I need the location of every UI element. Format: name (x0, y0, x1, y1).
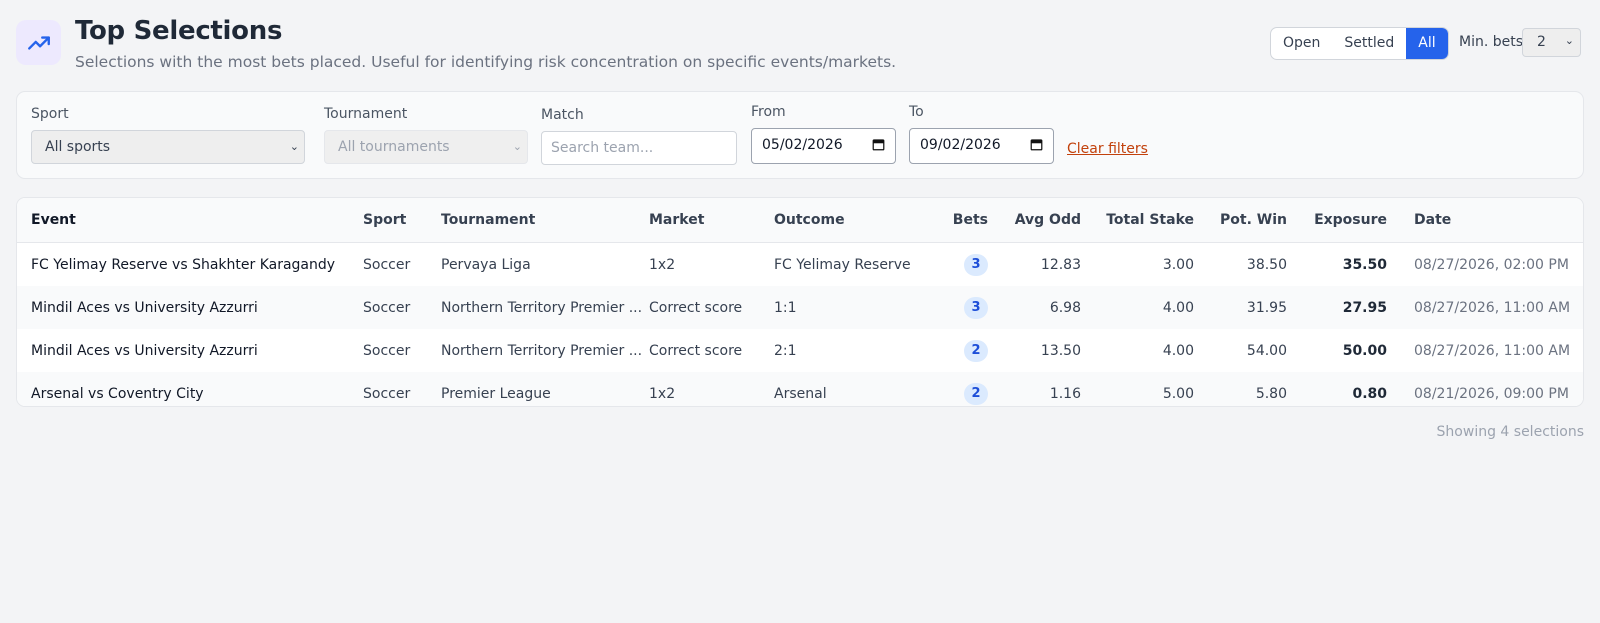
chevron-down-icon: ⌄ (1564, 34, 1574, 47)
cell-event: FC Yelimay Reserve vs Shakhter Karagandy (31, 256, 336, 273)
cell-tournament: Pervaya Liga (441, 256, 531, 273)
table-row[interactable]: Arsenal vs Coventry City Soccer Premier … (17, 372, 1583, 406)
calendar-icon[interactable] (872, 138, 885, 151)
trending-up-icon (27, 35, 50, 50)
cell-exposure: 35.50 (1342, 256, 1387, 273)
cell-market: 1x2 (649, 256, 676, 273)
col-header-date: Date (1388, 198, 1583, 243)
cell-date: 08/27/2026, 02:00 PM (1414, 256, 1569, 273)
page-title: Top Selections (75, 16, 283, 46)
cell-avg-odd: 12.83 (1040, 256, 1081, 273)
from-date-input[interactable]: 05/02/2026 (751, 128, 896, 164)
min-bets-label: Min. bets (1459, 34, 1524, 50)
cell-market: 1x2 (648, 372, 773, 406)
cell-tournament: Northern Territory Premier ... (441, 342, 643, 359)
bets-badge: 3 (964, 253, 988, 276)
chevron-down-icon: ⌄ (512, 140, 522, 153)
cell-sport: Soccer (362, 286, 440, 329)
cell-exposure: 27.95 (1288, 286, 1388, 329)
col-header-pot-win: Pot. Win (1195, 198, 1288, 243)
to-label: To (909, 104, 924, 120)
match-label: Match (541, 107, 584, 123)
cell-avg-odd: 13.50 (1040, 342, 1081, 359)
col-header-exposure: Exposure (1288, 198, 1388, 243)
cell-outcome: 1:1 (773, 286, 935, 329)
cell-avg-odd: 1.16 (989, 372, 1082, 406)
cell-pot-win: 54.00 (1246, 342, 1287, 359)
cell-total-stake: 4.00 (1082, 286, 1195, 329)
min-bets-select[interactable]: 2 ⌄ (1522, 28, 1581, 57)
col-header-market: Market (648, 198, 773, 243)
page-subtitle: Selections with the most bets placed. Us… (75, 53, 897, 71)
bets-badge: 2 (964, 382, 988, 405)
tournament-select[interactable]: All tournaments ⌄ (324, 130, 528, 164)
cell-pot-win: 31.95 (1195, 286, 1288, 329)
cell-market: Correct score (648, 286, 773, 329)
from-date-value: 05/02/2026 (762, 137, 843, 153)
match-search-input[interactable]: Search team... (541, 131, 737, 165)
cell-sport: Soccer (363, 342, 411, 359)
cell-date: 08/21/2026, 09:00 PM (1388, 372, 1583, 406)
cell-total-stake: 5.00 (1082, 372, 1195, 406)
to-date-input[interactable]: 09/02/2026 (909, 128, 1054, 164)
calendar-icon[interactable] (1030, 138, 1043, 151)
table-row[interactable]: FC Yelimay Reserve vs Shakhter Karagandy… (17, 243, 1583, 287)
table-row[interactable]: Mindil Aces vs University Azzurri Soccer… (17, 286, 1583, 329)
cell-pot-win: 5.80 (1195, 372, 1288, 406)
table-header-row: Event Sport Tournament Market Outcome Be… (17, 198, 1583, 243)
logo-badge (16, 20, 61, 65)
cell-bets: 2 (935, 372, 989, 406)
status-all-button[interactable]: All (1406, 28, 1448, 59)
cell-tournament: Northern Territory Premier ... (440, 286, 648, 329)
cell-outcome: FC Yelimay Reserve (774, 256, 911, 273)
col-header-bets: Bets (935, 198, 989, 243)
cell-event: Mindil Aces vs University Azzurri (17, 286, 362, 329)
cell-tournament: Premier League (440, 372, 648, 406)
tournament-select-value: All tournaments (338, 139, 450, 155)
clear-filters-link[interactable]: Clear filters (1067, 141, 1148, 157)
cell-bets: 3 (935, 286, 989, 329)
cell-date: 08/27/2026, 11:00 AM (1414, 342, 1571, 359)
cell-bets: 3 (935, 243, 989, 287)
selections-table: Event Sport Tournament Market Outcome Be… (16, 197, 1584, 407)
col-header-event: Event (17, 198, 362, 243)
status-settled-button[interactable]: Settled (1332, 28, 1406, 59)
cell-exposure: 50.00 (1342, 342, 1387, 359)
from-label: From (751, 104, 786, 120)
cell-total-stake: 3.00 (1162, 256, 1194, 273)
match-search-placeholder: Search team... (551, 140, 654, 156)
cell-sport: Soccer (362, 372, 440, 406)
cell-sport: Soccer (363, 256, 411, 273)
col-header-tournament: Tournament (440, 198, 648, 243)
cell-market: Correct score (649, 342, 743, 359)
tournament-label: Tournament (324, 106, 408, 122)
cell-event: Mindil Aces vs University Azzurri (31, 342, 258, 359)
col-header-sport: Sport (362, 198, 440, 243)
status-filter: Open Settled All (1270, 27, 1449, 60)
chevron-down-icon: ⌄ (289, 140, 299, 153)
col-header-total-stake: Total Stake (1082, 198, 1195, 243)
status-open-button[interactable]: Open (1271, 28, 1332, 59)
cell-bets: 2 (935, 329, 989, 372)
table-row[interactable]: Mindil Aces vs University Azzurri Soccer… (17, 329, 1583, 372)
filters-panel: Sport All sports ⌄ Tournament All tourna… (16, 91, 1584, 179)
sport-label: Sport (31, 106, 69, 122)
selection-count: Showing 4 selections (1436, 424, 1584, 440)
cell-total-stake: 4.00 (1162, 342, 1194, 359)
bets-badge: 2 (964, 339, 988, 362)
cell-outcome: Arsenal (773, 372, 935, 406)
cell-exposure: 0.80 (1288, 372, 1388, 406)
to-date-value: 09/02/2026 (920, 137, 1001, 153)
sport-select-value: All sports (45, 139, 111, 155)
cell-date: 08/27/2026, 11:00 AM (1388, 286, 1583, 329)
min-bets-value: 2 (1537, 34, 1546, 50)
col-header-outcome: Outcome (773, 198, 935, 243)
bets-badge: 3 (964, 296, 988, 319)
cell-pot-win: 38.50 (1246, 256, 1287, 273)
cell-avg-odd: 6.98 (989, 286, 1082, 329)
cell-outcome: 2:1 (774, 342, 797, 359)
col-header-avg-odd: Avg Odd (989, 198, 1082, 243)
sport-select[interactable]: All sports ⌄ (31, 130, 305, 164)
cell-event: Arsenal vs Coventry City (17, 372, 362, 406)
